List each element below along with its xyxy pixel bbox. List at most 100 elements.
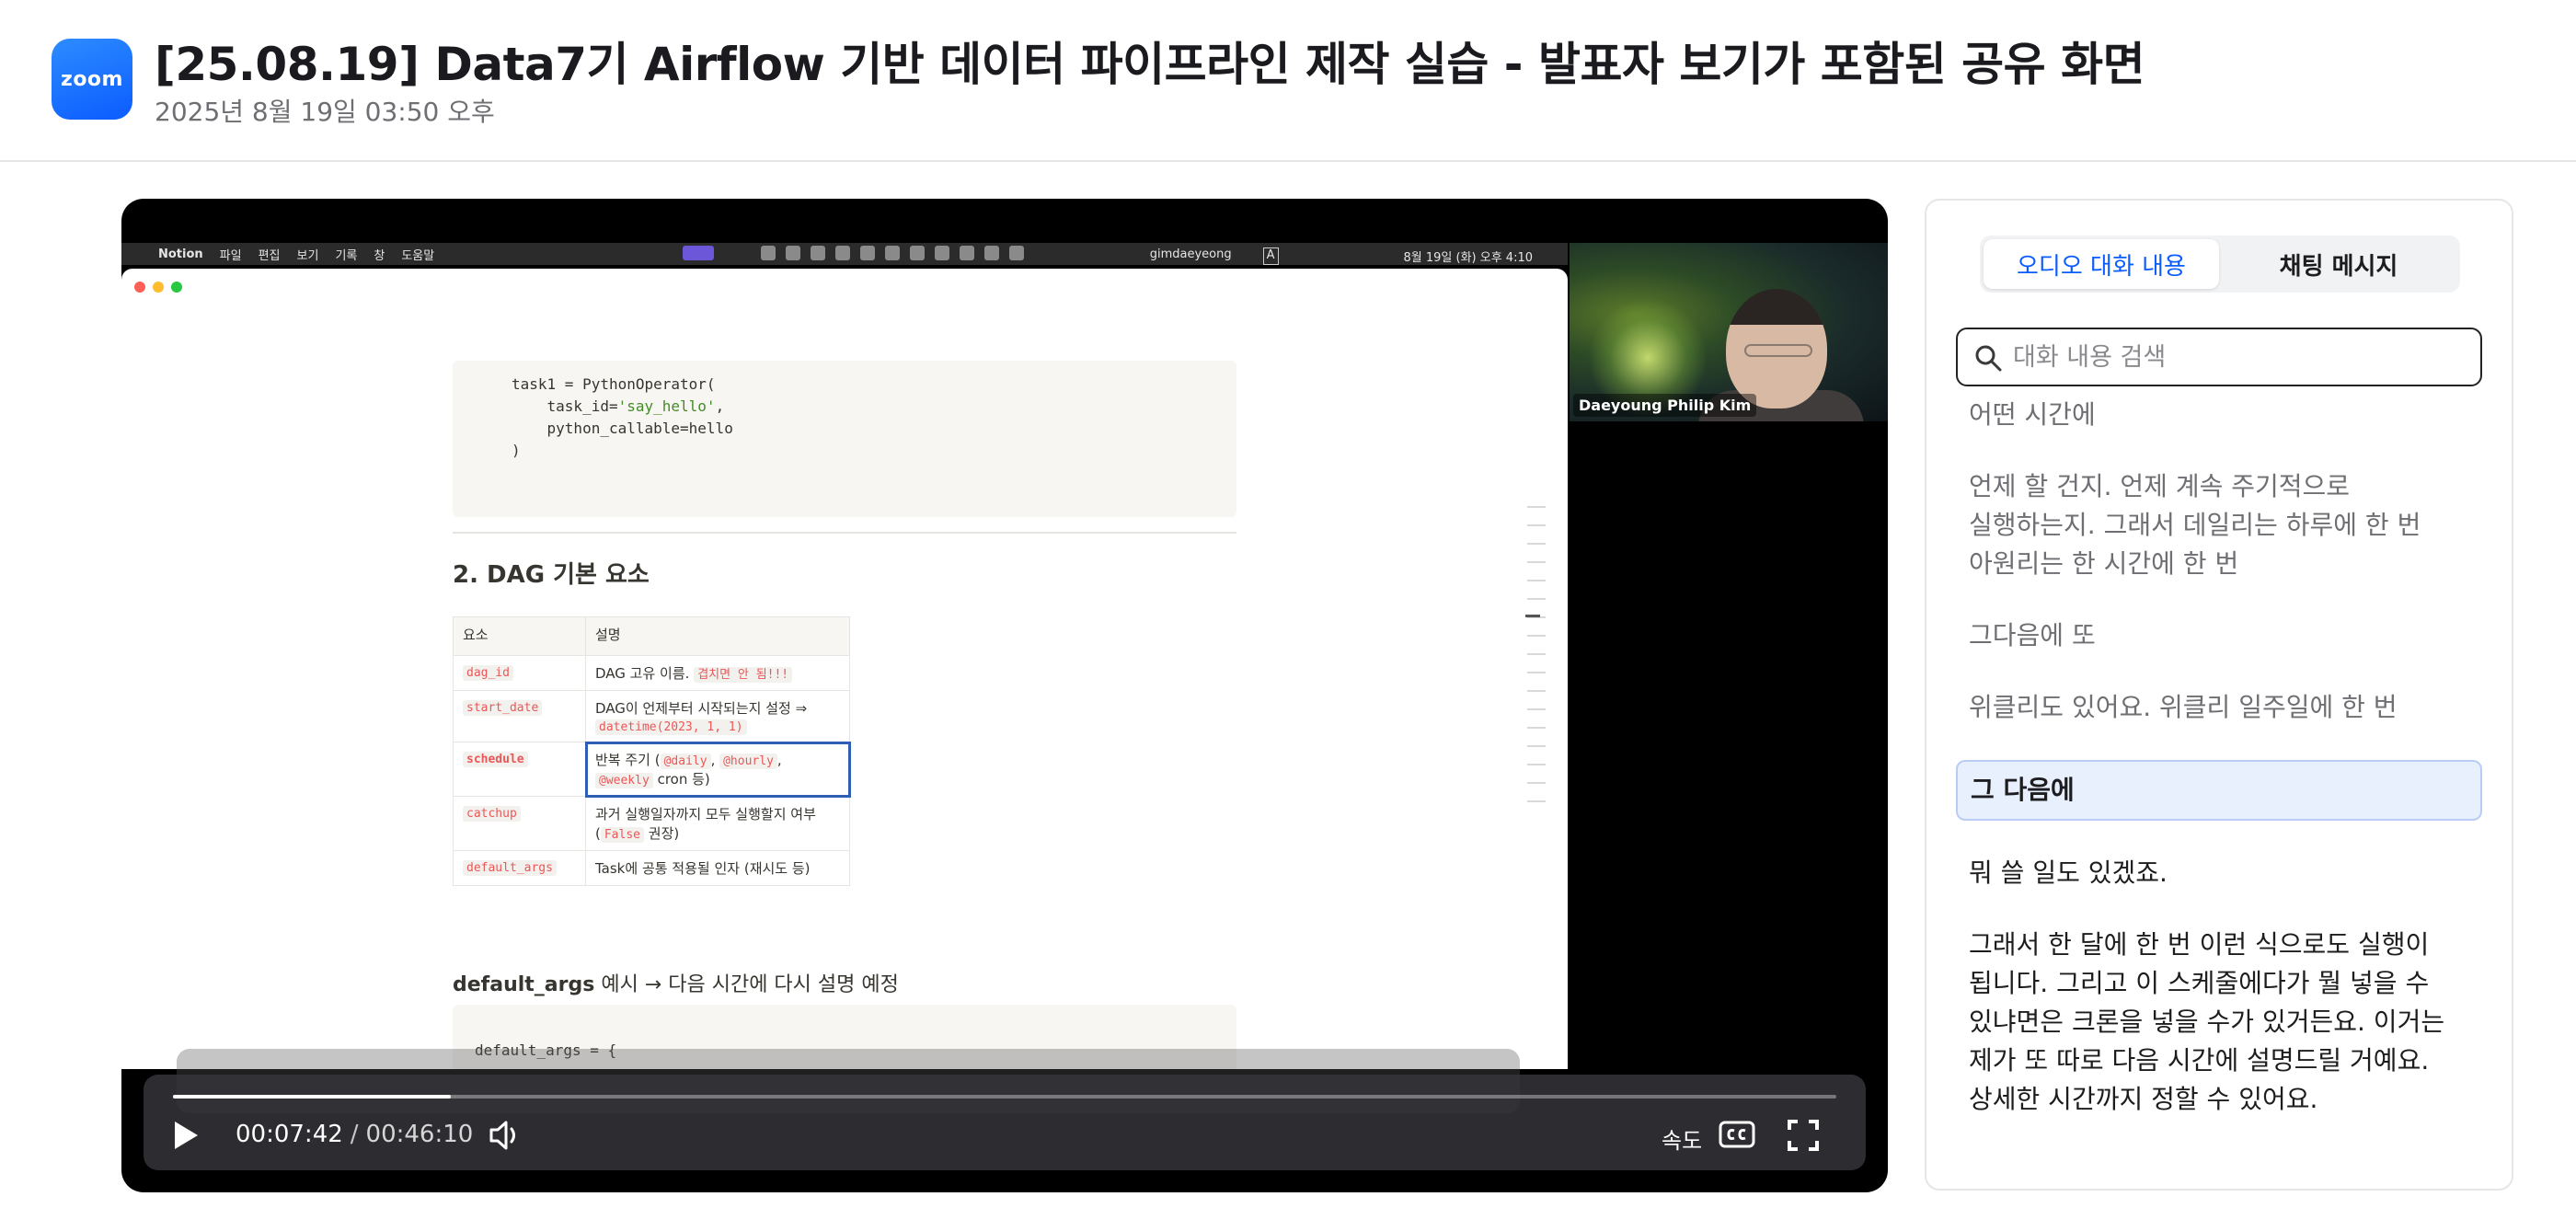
- transcript-segment[interactable]: 위클리도 있어요. 위클리 일주일에 한 번: [1956, 688, 2482, 727]
- time-separator: /: [350, 1121, 359, 1148]
- speaker-name-label: Daeyoung Philip Kim: [1573, 394, 1757, 417]
- menubar-right: gimdaeyeong A 8월 19일 (화) 오후 4:10: [1150, 247, 1549, 265]
- menubar-item: 보기: [296, 248, 319, 263]
- play-button[interactable]: [167, 1117, 204, 1154]
- status-icon: [984, 246, 999, 260]
- table-row: start_date DAG이 언제부터 시작되는지 설정 ⇒ datetime(…: [453, 690, 850, 742]
- table-desc: cron 등): [657, 771, 710, 788]
- table-desc: Task에 공통 적용될 인자 (재시도 등): [595, 860, 811, 877]
- table-row: default_args Task에 공통 적용될 인자 (재시도 등): [453, 850, 850, 886]
- progress-bar[interactable]: [173, 1095, 1836, 1099]
- recording-title: [25.08.19] Data7기 Airflow 기반 데이터 파이프라인 제…: [155, 38, 2145, 91]
- menubar-app-name: Notion: [158, 247, 203, 261]
- zoom-logo: zoom: [52, 39, 132, 120]
- duration: 00:46:10: [365, 1121, 474, 1148]
- table-row: schedule 반복 주기 (@daily, @hourly, @weekly …: [453, 741, 851, 798]
- inline-code: 겹치면 안 됨!!!: [694, 667, 793, 683]
- tab-chat-messages[interactable]: 채팅 메시지: [2221, 239, 2456, 289]
- status-icon: [811, 246, 825, 260]
- menubar-item: 창: [374, 248, 385, 263]
- page-header: zoom [25.08.19] Data7기 Airflow 기반 데이터 파이…: [0, 0, 2576, 162]
- recording-date: 2025년 8월 19일 03:50 오후: [155, 97, 495, 127]
- notion-window: task1 = PythonOperator( task_id='say_hel…: [121, 269, 1568, 1069]
- captions-button[interactable]: [1719, 1121, 1755, 1148]
- tab-audio-transcript[interactable]: 오디오 대화 내용: [1984, 239, 2219, 289]
- transcript-segment-active[interactable]: 그 다음에: [1956, 760, 2482, 821]
- status-icon: [761, 246, 776, 260]
- table-desc: DAG이 언제부터 시작되는지 설정 ⇒: [595, 700, 808, 717]
- table-key: default_args: [463, 860, 557, 876]
- table-desc: DAG 고유 이름.: [595, 665, 690, 682]
- menubar-username: gimdaeyeong: [1149, 247, 1232, 261]
- table-key: schedule: [463, 752, 528, 767]
- code-line: task_id=: [512, 397, 618, 415]
- speaker-glasses: [1744, 344, 1812, 357]
- volume-button[interactable]: [488, 1119, 524, 1152]
- menubar-item: 기록: [335, 248, 358, 263]
- table-key: start_date: [463, 700, 543, 716]
- menubar-clock: 8월 19일 (화) 오후 4:10: [1403, 251, 1533, 265]
- page-outline-current: [1525, 615, 1540, 617]
- table-row: dag_id DAG 고유 이름. 겹치면 안 됨!!!: [453, 655, 850, 691]
- notion-status-icon: [835, 246, 850, 260]
- inline-code: False: [600, 827, 644, 843]
- inline-code: datetime(2023, 1, 1): [595, 719, 747, 735]
- search-input[interactable]: [2013, 339, 2473, 375]
- code-line: python_callable=hello: [512, 420, 733, 437]
- cc-icon: [1719, 1121, 1755, 1148]
- transcript-search: [1956, 328, 2482, 386]
- menubar-item: 편집: [258, 248, 281, 263]
- transcript-panel: 오디오 대화 내용 채팅 메시지 어떤 시간에 언제 할 건지. 언제 계속 주…: [1925, 199, 2513, 1191]
- window-traffic-lights: [134, 282, 182, 293]
- inline-code: @hourly: [719, 754, 777, 769]
- maximize-window-icon: [171, 282, 182, 293]
- menubar-item: 파일: [219, 248, 242, 263]
- close-window-icon: [134, 282, 145, 293]
- code-line: task1 = PythonOperator(: [512, 375, 716, 393]
- inline-code: @daily: [660, 754, 711, 769]
- code-line: ,: [715, 397, 725, 415]
- inline-code: @weekly: [595, 773, 653, 788]
- table-desc: 권장): [644, 825, 680, 842]
- input-mode-indicator: A: [1262, 247, 1279, 265]
- transcript-list: 어떤 시간에 언제 할 건지. 언제 계속 주기적으로 실행하는지. 그래서 데…: [1956, 396, 2482, 1152]
- progress-fill: [173, 1095, 451, 1099]
- transcript-segment[interactable]: 그래서 한 달에 한 번 이런 식으로도 실행이 됩니다. 그리고 이 스케줄에…: [1956, 926, 2482, 1119]
- search-icon: [1975, 345, 2002, 372]
- default-args-heading: default_args 예시 → 다음 시간에 다시 설명 예정: [453, 968, 899, 997]
- code-line: ): [512, 442, 521, 459]
- menubar-status-icons: [683, 246, 1024, 260]
- volume-icon: [489, 1121, 515, 1150]
- fullscreen-button[interactable]: [1787, 1119, 1820, 1152]
- table-key: catchup: [463, 806, 521, 822]
- status-icon: [1009, 246, 1024, 260]
- heading-bold: default_args: [453, 973, 595, 996]
- table-header: 설명: [585, 616, 850, 656]
- screen-share-icon: [683, 246, 714, 260]
- transcript-segment[interactable]: 뭐 쓸 일도 있겠죠.: [1956, 854, 2482, 892]
- playback-time: 00:07:42 /00:46:10: [236, 1121, 473, 1148]
- panel-tabs: 오디오 대화 내용 채팅 메시지: [1980, 236, 2460, 293]
- transcript-segment[interactable]: 그다음에 또: [1956, 616, 2482, 655]
- minimize-window-icon: [153, 282, 164, 293]
- section-heading: 2. DAG 기본 요소: [453, 561, 650, 589]
- menubar-item: 도움말: [401, 248, 435, 263]
- table-desc: 반복 주기 (: [595, 752, 661, 768]
- speed-button[interactable]: 속도: [1662, 1122, 1702, 1155]
- heading-rest: 예시 → 다음 시간에 다시 설명 예정: [594, 973, 899, 996]
- status-icon: [885, 246, 900, 260]
- video-player[interactable]: Notion 파일 편집 보기 기록 창 도움말 gimdaeyeong A 8…: [121, 199, 1888, 1192]
- status-icon: [786, 246, 800, 260]
- mac-menubar: Notion 파일 편집 보기 기록 창 도움말 gimdaeyeong A 8…: [121, 243, 1568, 265]
- table-header-row: 요소 설명: [453, 616, 850, 656]
- shared-screen: Notion 파일 편집 보기 기록 창 도움말 gimdaeyeong A 8…: [121, 243, 1568, 1192]
- status-icon: [860, 246, 875, 260]
- table-key: dag_id: [463, 665, 513, 681]
- status-icon: [935, 246, 949, 260]
- table-header: 요소: [453, 616, 586, 656]
- code-string: 'say_hello': [617, 397, 716, 415]
- dag-elements-table: 요소 설명 dag_id DAG 고유 이름. 겹치면 안 됨!!! start…: [453, 616, 851, 886]
- fullscreen-icon: [1788, 1120, 1819, 1151]
- transcript-segment[interactable]: 언제 할 건지. 언제 계속 주기적으로 실행하는지. 그래서 데일리는 하루에…: [1956, 467, 2482, 583]
- transcript-segment[interactable]: 어떤 시간에: [1956, 396, 2482, 434]
